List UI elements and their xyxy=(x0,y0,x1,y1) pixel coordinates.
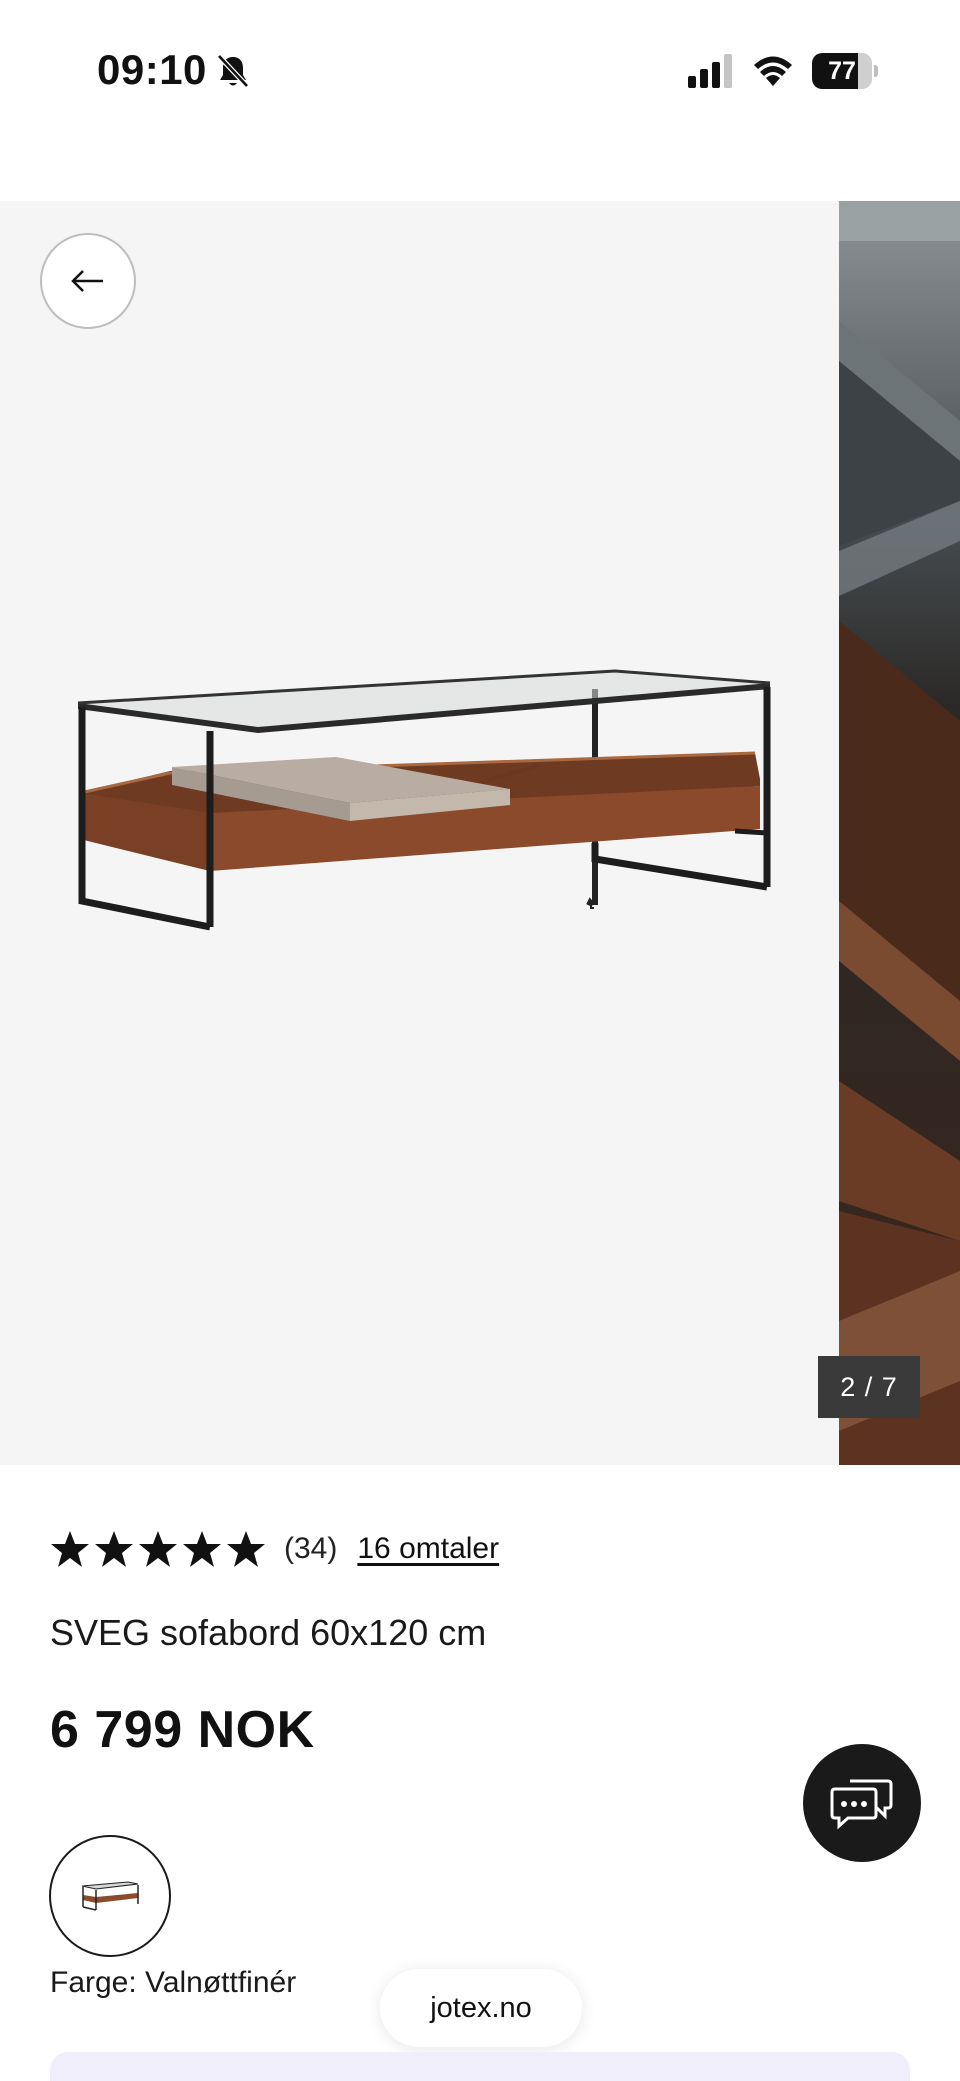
color-swatch-walnut[interactable] xyxy=(49,1835,171,1957)
color-label: Farge: Valnøttfinér xyxy=(50,1966,297,1999)
signal-icon xyxy=(688,54,732,88)
star-rating xyxy=(50,1529,266,1569)
reviews-link[interactable]: 16 omtaler xyxy=(357,1532,499,1566)
status-time: 09:10 xyxy=(97,46,207,93)
battery-icon: 77 xyxy=(812,53,878,89)
product-price: 6 799 NOK xyxy=(50,1701,315,1759)
back-button[interactable] xyxy=(40,233,136,329)
chat-bubbles-icon xyxy=(830,1779,893,1830)
star-icon xyxy=(139,1531,177,1567)
browser-url-pill[interactable]: jotex.no xyxy=(380,1969,582,2047)
bottom-panel xyxy=(50,2052,910,2081)
next-image-preview xyxy=(839,201,960,1465)
wifi-icon xyxy=(754,56,792,86)
gallery-slide-current[interactable] xyxy=(0,201,838,1465)
rating-row: (34) 16 omtaler xyxy=(50,1526,499,1572)
star-icon xyxy=(95,1531,133,1567)
status-bar: 09:10 77 xyxy=(0,0,960,140)
star-icon xyxy=(51,1531,89,1567)
chat-button[interactable] xyxy=(803,1744,921,1862)
arrow-left-icon xyxy=(71,270,103,292)
gallery-slide-next-preview[interactable] xyxy=(839,201,960,1465)
product-gallery[interactable]: 2 / 7 xyxy=(0,201,960,1465)
product-title: SVEG sofabord 60x120 cm xyxy=(50,1612,487,1653)
bell-slash-icon xyxy=(217,54,249,88)
rating-count: (34) xyxy=(284,1532,338,1565)
swatch-thumbnail xyxy=(81,1881,139,1911)
battery-percent: 77 xyxy=(828,57,856,85)
star-icon xyxy=(227,1531,265,1567)
image-counter: 2 / 7 xyxy=(818,1356,920,1418)
product-image xyxy=(77,669,771,931)
star-icon xyxy=(183,1531,221,1567)
